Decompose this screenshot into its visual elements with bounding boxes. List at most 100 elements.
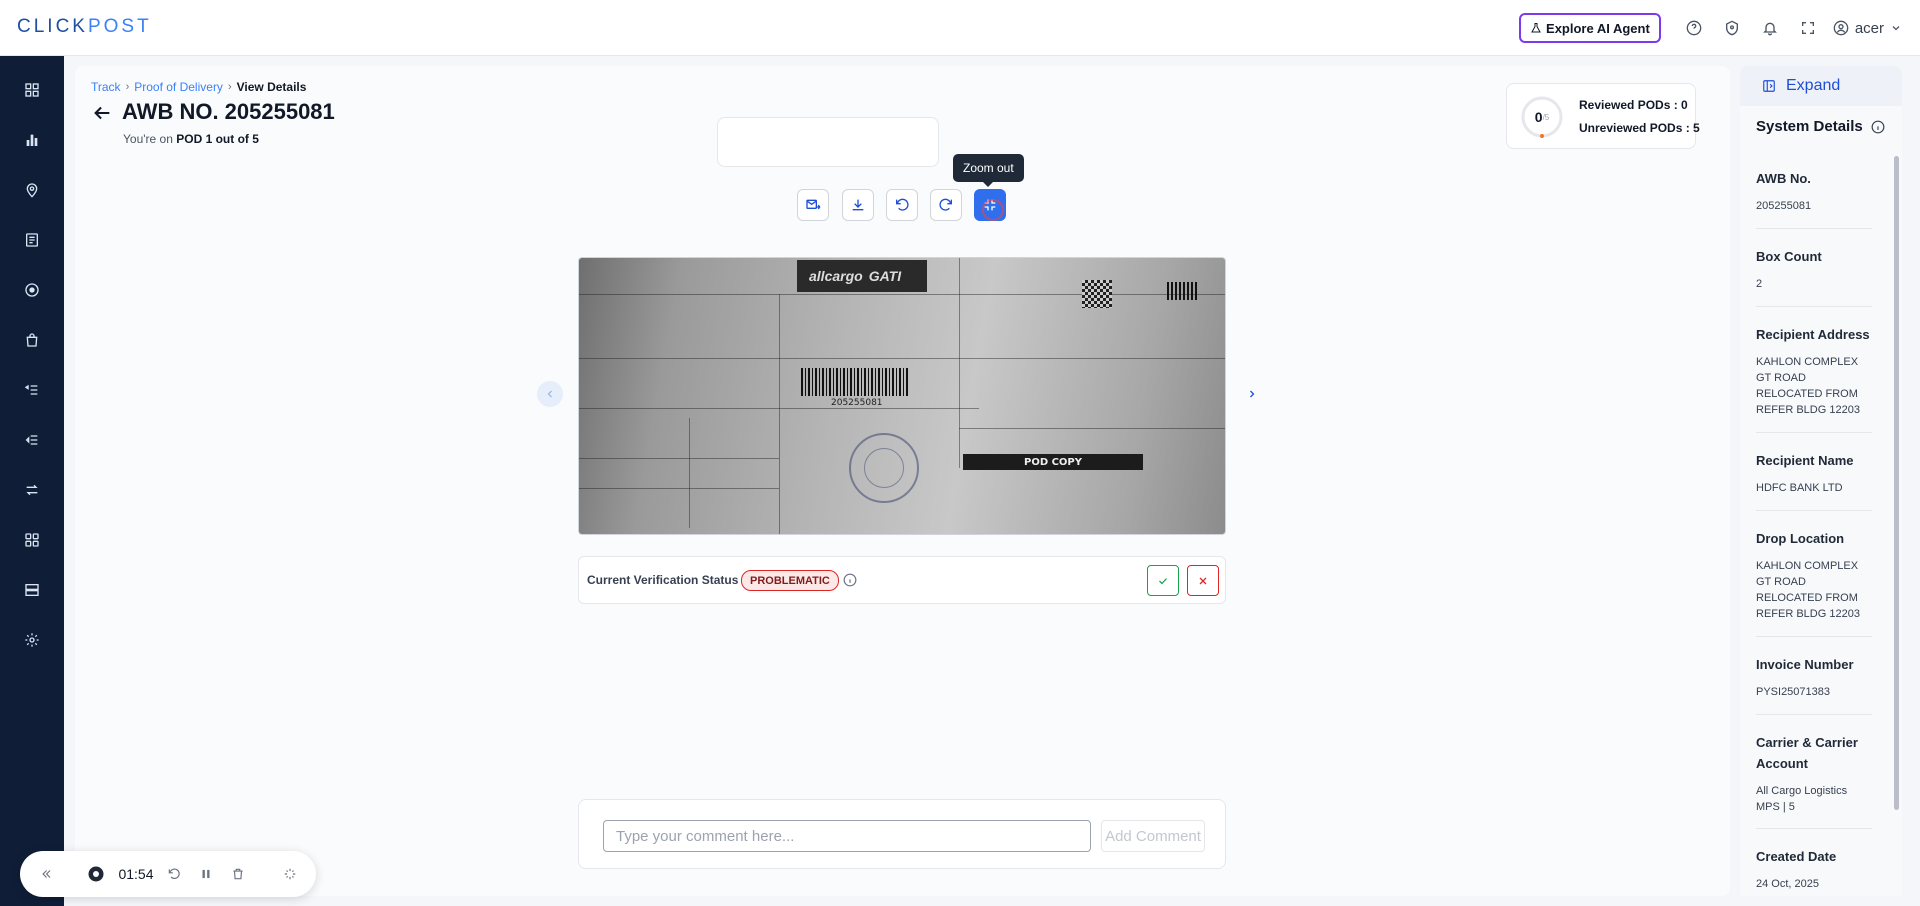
bell-icon[interactable] — [1751, 13, 1789, 43]
previous-pod-button[interactable] — [537, 381, 563, 407]
barcode — [801, 368, 909, 396]
doc-rule — [689, 418, 690, 528]
record-icon[interactable] — [86, 863, 106, 885]
doc-rule — [959, 258, 960, 468]
field-label: Recipient Name — [1756, 453, 1854, 468]
help-icon[interactable] — [1675, 13, 1713, 43]
field-drop-location: Drop Location KAHLON COMPLEX GT ROAD REL… — [1756, 528, 1872, 622]
divider — [1756, 306, 1872, 307]
comment-section: Add Comment — [578, 799, 1226, 869]
explore-ai-agent-label: Explore AI Agent — [1546, 20, 1650, 36]
expand-panel-button[interactable]: Expand — [1740, 66, 1902, 106]
doc-brand-name: allcargo — [809, 268, 863, 284]
pod-copy-label: POD COPY — [963, 454, 1143, 470]
trash-icon[interactable] — [228, 863, 248, 885]
download-pod-button[interactable] — [842, 189, 874, 221]
breadcrumb: Track › Proof of Delivery › View Details — [91, 80, 306, 94]
email-icon — [806, 199, 821, 210]
status-badge: PROBLEMATIC — [741, 570, 839, 591]
dashboard-icon[interactable] — [18, 76, 46, 104]
shield-icon[interactable] — [1713, 13, 1751, 43]
verification-status-label: Current Verification Status : — [587, 573, 746, 587]
pod-toolbar — [717, 117, 939, 167]
qr-code — [1082, 280, 1112, 308]
sparkle-icon[interactable] — [280, 863, 300, 885]
field-label: Carrier & Carrier Account — [1756, 735, 1858, 771]
breadcrumb-track[interactable]: Track — [91, 80, 121, 94]
field-value: HDFC BANK LTD — [1756, 482, 1843, 494]
doc-rule — [579, 458, 779, 459]
divider — [1756, 636, 1872, 637]
shopping-bag-icon[interactable] — [18, 326, 46, 354]
chevron-right-icon — [1250, 390, 1255, 398]
explore-ai-agent-button[interactable]: Explore AI Agent — [1519, 13, 1661, 43]
doc-rule — [779, 294, 780, 534]
info-icon[interactable] — [1871, 120, 1885, 134]
rotate-left-button[interactable] — [886, 189, 918, 221]
divider — [1756, 828, 1872, 829]
doc-brand-sub: GATI — [868, 268, 902, 284]
chevron-right-icon: › — [227, 81, 232, 93]
field-created-date: Created Date 24 Oct, 2025 — [1756, 846, 1872, 892]
field-box-count: Box Count 2 — [1756, 246, 1872, 292]
field-value: 205255081 — [1756, 200, 1812, 212]
settings-gear-icon[interactable] — [18, 626, 46, 654]
doc-rule — [579, 488, 779, 489]
system-details-panel: System Details AWB No. 205255081 Box Cou… — [1740, 106, 1902, 896]
ndr-list-icon[interactable] — [18, 426, 46, 454]
chevron-right-icon: › — [125, 81, 130, 93]
rotate-right-button[interactable] — [930, 189, 962, 221]
info-icon[interactable] — [843, 573, 859, 589]
system-details-title: System Details — [1756, 118, 1885, 135]
recording-time: 01:54 — [118, 866, 154, 882]
location-pin-icon[interactable] — [18, 176, 46, 204]
cursor-indicator — [982, 199, 1004, 221]
next-pod-button[interactable] — [1239, 381, 1265, 407]
system-details-heading: System Details — [1756, 118, 1863, 135]
field-label: Invoice Number — [1756, 657, 1854, 672]
pod-document-image[interactable]: allcargo GATI 205255081 POD COPY — [578, 257, 1226, 535]
fullscreen-icon[interactable] — [1789, 13, 1827, 43]
small-barcode — [1167, 282, 1199, 300]
field-value: PYSI25071383 — [1756, 686, 1831, 698]
page-title: AWB NO. 205255081 — [122, 99, 335, 124]
orders-list-icon[interactable] — [18, 226, 46, 254]
panel-scrollbar[interactable] — [1894, 156, 1899, 810]
field-label: AWB No. — [1756, 171, 1811, 186]
breadcrumb-current: View Details — [236, 80, 307, 94]
user-name: acer — [1854, 19, 1884, 37]
total-count: /5 — [1542, 112, 1550, 122]
collapse-recorder-icon[interactable] — [36, 863, 56, 885]
barcode-number: 205255081 — [831, 398, 883, 408]
target-icon[interactable] — [18, 276, 46, 304]
breadcrumb-proof-of-delivery[interactable]: Proof of Delivery — [134, 80, 223, 94]
reject-button[interactable] — [1187, 565, 1219, 596]
logo-text-post: POST — [87, 16, 152, 37]
expand-label: Expand — [1786, 77, 1841, 94]
clickpost-logo[interactable]: CLICKPOST — [17, 16, 152, 38]
divider — [1756, 432, 1872, 433]
doc-rule — [579, 358, 1225, 359]
returns-list-icon[interactable] — [18, 376, 46, 404]
screen-recorder-widget: 01:54 — [20, 851, 316, 897]
pause-icon[interactable] — [196, 863, 216, 885]
back-arrow-icon[interactable] — [91, 102, 115, 126]
field-invoice-number: Invoice Number PYSI25071383 — [1756, 654, 1872, 700]
approve-button[interactable] — [1147, 565, 1179, 596]
email-pod-button[interactable] — [797, 189, 829, 221]
storage-icon[interactable] — [18, 576, 46, 604]
allcargo-logo: allcargo GATI — [797, 260, 927, 292]
field-label: Box Count — [1756, 249, 1822, 264]
apps-icon[interactable] — [18, 526, 46, 554]
exchange-icon[interactable] — [18, 476, 46, 504]
analytics-icon[interactable] — [18, 126, 46, 154]
top-bar: CLICKPOST Explore AI Agent acer — [0, 0, 1920, 56]
field-value: KAHLON COMPLEX GT ROAD RELOCATED FROM RE… — [1756, 356, 1860, 416]
restart-icon[interactable] — [164, 863, 184, 885]
field-value: All Cargo Logistics MPS | 5 — [1756, 785, 1848, 813]
flask-icon — [1531, 23, 1541, 33]
reviewed-pods-label: Reviewed PODs : 0 — [1579, 98, 1688, 112]
add-comment-button[interactable]: Add Comment — [1101, 820, 1205, 852]
user-menu[interactable]: acer — [1833, 20, 1902, 37]
comment-input[interactable] — [603, 820, 1091, 852]
